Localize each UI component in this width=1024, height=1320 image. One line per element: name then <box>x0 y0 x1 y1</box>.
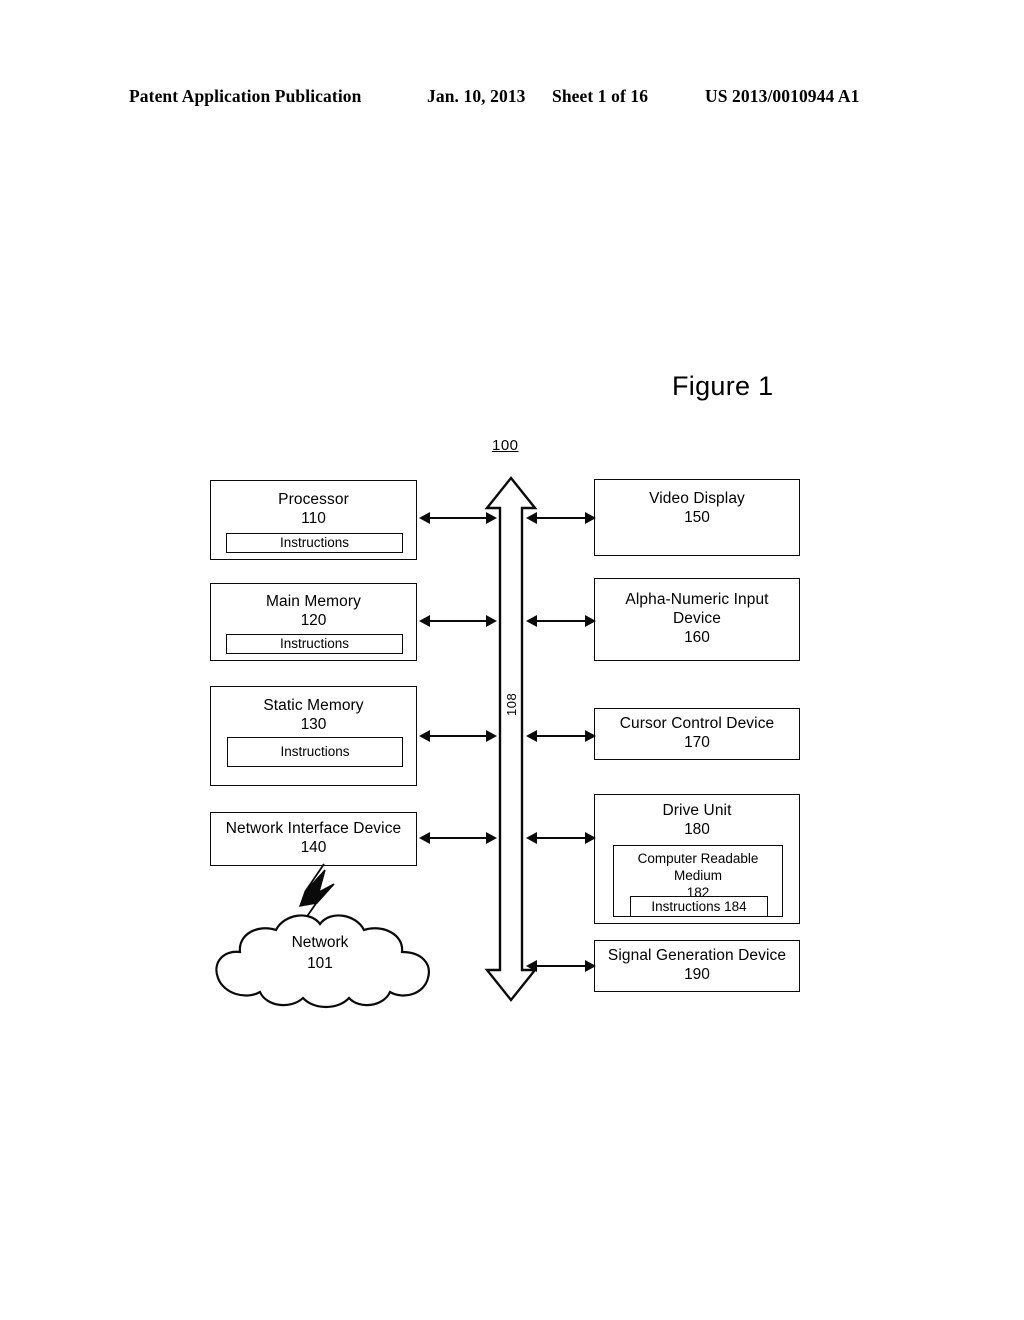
connector-bus-to-cursor-control-device <box>526 729 596 743</box>
arrowhead-right-icon <box>585 730 596 742</box>
node-static-memory-title: Static Memory <box>263 697 364 714</box>
node-cursor-control-device-title: Cursor Control Device <box>619 715 775 732</box>
arrowhead-right-icon <box>585 832 596 844</box>
node-main-memory-title: Main Memory <box>266 593 361 610</box>
node-alpha-numeric-input-device-number: 160 <box>684 629 710 646</box>
node-static-memory-number: 130 <box>300 716 327 733</box>
node-main-memory-number: 120 <box>300 612 327 629</box>
node-computer-readable-medium: Computer Readable Medium 182 Instruction… <box>613 845 783 917</box>
node-main-memory-instructions-box: Instructions <box>226 634 403 654</box>
node-signal-generation-device-title: Signal Generation Device <box>607 947 787 964</box>
connector-shaft <box>533 735 589 737</box>
node-drive-unit-instructions-box: Instructions 184 <box>630 896 768 917</box>
node-processor: Processor 110 Instructions <box>210 480 417 560</box>
connector-bus-to-video-display <box>526 511 596 525</box>
arrowhead-right-icon <box>585 960 596 972</box>
connector-shaft <box>533 965 589 967</box>
node-signal-generation-device-number: 190 <box>684 966 710 983</box>
node-alpha-numeric-input-device-title: Alpha-Numeric Input Device <box>625 591 769 627</box>
node-processor-number: 110 <box>301 510 326 527</box>
connector-shaft <box>426 735 490 737</box>
connector-static-memory-to-bus <box>419 729 497 743</box>
node-alpha-numeric-input-device: Alpha-Numeric Input Device 160 <box>594 578 800 661</box>
node-network-interface-device-number: 140 <box>300 839 327 856</box>
node-processor-title: Processor <box>278 491 349 508</box>
node-video-display-title: Video Display <box>649 490 745 507</box>
node-main-memory: Main Memory 120 Instructions <box>210 583 417 661</box>
figure-1-diagram: 108 Processor 110 Instructions Main Memo… <box>0 0 1024 1320</box>
node-processor-instructions-box: Instructions <box>226 533 403 553</box>
connector-main-memory-to-bus <box>419 614 497 628</box>
node-network-interface-device-title: Network Interface Device <box>225 820 402 837</box>
connector-shaft <box>533 620 589 622</box>
node-static-memory: Static Memory 130 Instructions <box>210 686 417 786</box>
connector-shaft <box>533 517 589 519</box>
node-processor-instructions-label: Instructions <box>279 535 350 550</box>
connector-bus-to-alpha-numeric-input-device <box>526 614 596 628</box>
node-static-memory-instructions-box: Instructions <box>227 737 403 767</box>
node-drive-unit-instructions-label: Instructions 184 <box>651 899 747 914</box>
connector-processor-to-bus <box>419 511 497 525</box>
connector-shaft <box>426 517 490 519</box>
node-drive-unit-title: Drive Unit <box>662 802 732 819</box>
patent-page: Patent Application Publication Jan. 10, … <box>0 0 1024 1320</box>
connector-network-interface-device-to-bus <box>419 831 497 845</box>
node-network-interface-device: Network Interface Device 140 <box>210 812 417 866</box>
node-main-memory-instructions-label: Instructions <box>279 636 350 651</box>
network-title: Network <box>291 934 349 951</box>
node-static-memory-instructions-label: Instructions <box>280 744 350 759</box>
node-computer-readable-medium-title-line1: Computer Readable Medium <box>637 851 759 883</box>
node-cursor-control-device: Cursor Control Device 170 <box>594 708 800 760</box>
node-drive-unit: Drive Unit 180 Computer Readable Medium … <box>594 794 800 924</box>
arrowhead-right-icon <box>486 730 497 742</box>
arrowhead-right-icon <box>486 832 497 844</box>
network-number: 101 <box>307 955 333 972</box>
connector-shaft <box>426 620 490 622</box>
arrowhead-right-icon <box>486 615 497 627</box>
connector-bus-to-signal-generation-device <box>526 959 596 973</box>
node-video-display-number: 150 <box>684 509 710 526</box>
node-cursor-control-device-number: 170 <box>684 734 710 751</box>
node-signal-generation-device: Signal Generation Device 190 <box>594 940 800 992</box>
arrowhead-right-icon <box>486 512 497 524</box>
system-bus-label: 108 <box>504 692 519 716</box>
node-drive-unit-number: 180 <box>684 821 710 838</box>
node-video-display: Video Display 150 <box>594 479 800 556</box>
connector-bus-to-drive-unit <box>526 831 596 845</box>
network-cloud-text: Network 101 <box>206 932 434 974</box>
arrowhead-right-icon <box>585 512 596 524</box>
connector-shaft <box>426 837 490 839</box>
connector-shaft <box>533 837 589 839</box>
arrowhead-right-icon <box>585 615 596 627</box>
